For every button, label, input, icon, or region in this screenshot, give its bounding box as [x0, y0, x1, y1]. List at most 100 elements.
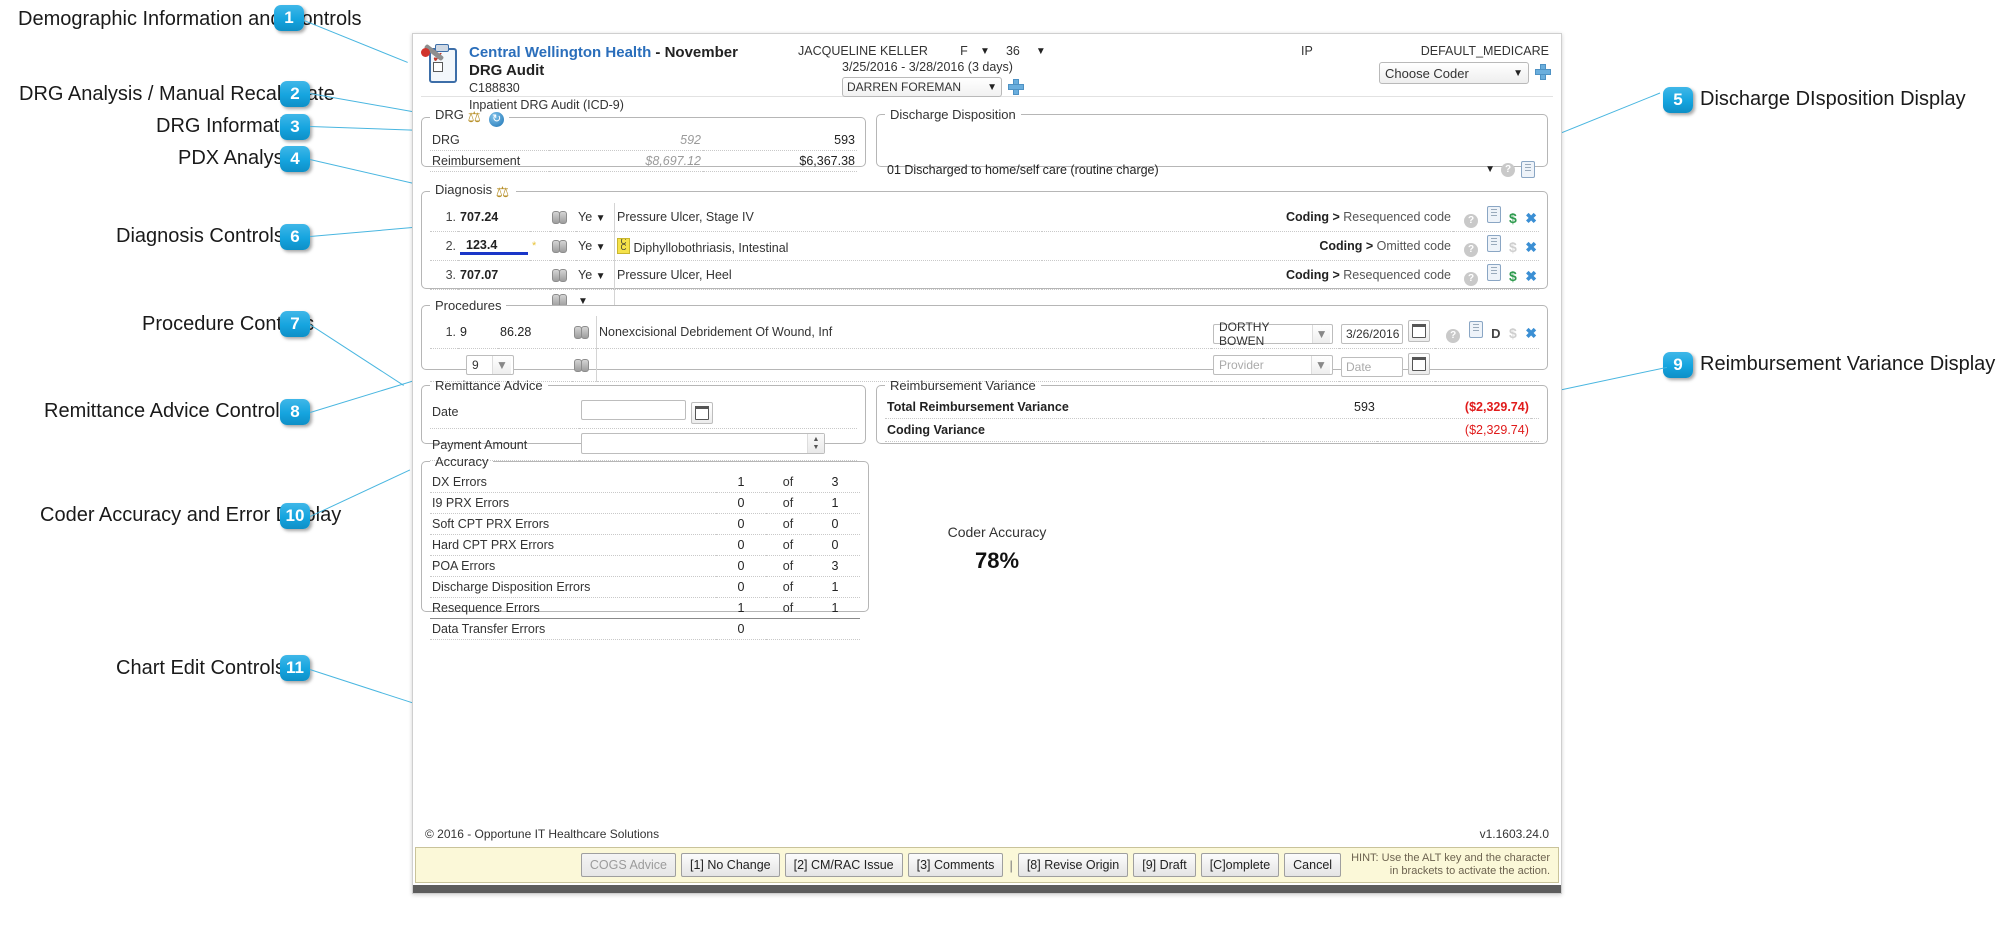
payment-amount-input[interactable] — [582, 434, 807, 453]
remittance-table: Date Payment Amount ▲ ▼ — [430, 396, 857, 461]
header: ✓ Central Wellington Health - November D… — [413, 34, 1561, 112]
delete-icon[interactable]: ✖ — [1525, 240, 1537, 254]
chevron-down-icon: ▼ — [595, 242, 606, 253]
drg-legend: DRG ↻ — [430, 107, 509, 127]
px-date-calendar-icon[interactable] — [1408, 320, 1431, 342]
add-coder-button[interactable] — [1008, 78, 1024, 95]
dollar-icon[interactable]: $ — [1509, 326, 1517, 340]
note-icon[interactable] — [1486, 206, 1501, 223]
cm-rac-issue-button[interactable]: [2] CM/RAC Issue — [784, 853, 903, 877]
age-chevron-down-icon[interactable]: ▼ — [1036, 46, 1046, 57]
dx-poa-select[interactable]: Ye ▼ — [576, 203, 615, 232]
table-row: Total Reimbursement Variance 593 ($2,329… — [885, 396, 1539, 419]
stepper-buttons[interactable]: ▲ ▼ — [807, 434, 824, 453]
drg-original-value: 592 — [549, 130, 703, 151]
chevron-down-icon: ▼ — [595, 213, 606, 224]
px-version: 9 — [458, 316, 498, 349]
note-icon[interactable] — [1521, 161, 1535, 178]
chevron-down-icon: ▼ — [1312, 325, 1330, 343]
dx-lookup-binoculars-icon[interactable] — [552, 269, 567, 282]
table-row: 1. 9 86.28 Nonexcisional Debridement Of … — [430, 316, 1539, 349]
cogs-advice-button[interactable]: COGS Advice — [580, 853, 676, 877]
manual-recalculate-icon[interactable]: ↻ — [489, 112, 505, 127]
accuracy-row-count: 0 — [716, 492, 766, 514]
drg-analysis-scale-icon[interactable] — [468, 110, 483, 125]
dx-poa-select[interactable]: Ye ▼ — [576, 260, 615, 290]
note-icon[interactable] — [1468, 321, 1483, 338]
diagnosis-table: 1. 707.24 Ye ▼ Pressure Ulcer, Stage IV … — [430, 203, 1539, 311]
pdx-analysis-scale-icon[interactable] — [496, 185, 511, 200]
help-icon[interactable]: ? — [1501, 162, 1515, 177]
px-lookup-binoculars-icon[interactable] — [574, 326, 589, 339]
annotation-leader-6 — [310, 226, 420, 237]
px-new-provider-select[interactable]: Provider ▼ — [1213, 355, 1333, 375]
annotation-badge-11: 11 — [280, 655, 310, 681]
dx-code-input[interactable]: 123.4 — [460, 238, 528, 255]
delete-icon[interactable]: ✖ — [1525, 326, 1537, 340]
note-icon[interactable] — [1486, 235, 1501, 252]
revise-origin-button[interactable]: [8] Revise Origin — [1017, 853, 1129, 877]
note-icon[interactable] — [1486, 264, 1501, 281]
help-icon[interactable]: ? — [1464, 272, 1479, 286]
dx-lookup-binoculars-icon[interactable] — [552, 240, 567, 253]
px-new-date-input[interactable]: Date — [1341, 357, 1403, 377]
dx-code[interactable]: 707.24 — [458, 203, 530, 232]
facility-link[interactable]: Central Wellington Health — [469, 44, 651, 61]
delete-icon[interactable]: ✖ — [1525, 269, 1537, 283]
remittance-date-input[interactable] — [581, 400, 686, 420]
dx-lookup-binoculars-icon[interactable] — [552, 211, 567, 224]
coder-accuracy-value: 78% — [974, 548, 1020, 573]
payment-amount-stepper[interactable]: ▲ ▼ — [581, 433, 825, 454]
comments-button[interactable]: [3] Comments — [907, 853, 1004, 877]
help-icon[interactable]: ? — [1464, 214, 1479, 228]
clipboard-pen-icon: ✓ — [421, 43, 461, 84]
drg-table: DRG 592 593 Reimbursement $8,697.12 $6,3… — [430, 130, 857, 172]
coder-select-value: DARREN FOREMAN — [847, 80, 962, 94]
drg-row-label: DRG — [430, 130, 549, 151]
accuracy-row-total: 1 — [810, 597, 860, 619]
dx-star-icon — [530, 203, 550, 232]
draft-button[interactable]: [9] Draft — [1133, 853, 1196, 877]
add-choose-coder-button[interactable] — [1535, 64, 1551, 80]
px-code[interactable]: 86.28 — [498, 316, 572, 349]
annotation-badge-10: 10 — [280, 503, 310, 529]
no-change-button[interactable]: [1] No Change — [680, 853, 780, 877]
px-new-date-calendar-icon[interactable] — [1408, 353, 1431, 375]
px-provider-select[interactable]: DORTHY BOWEN ▼ — [1213, 320, 1333, 348]
accuracy-row-total: 3 — [810, 555, 860, 577]
annotation-label-5: Discharge DIsposition Display — [1700, 88, 1966, 110]
table-row: 1. 707.24 Ye ▼ Pressure Ulcer, Stage IV … — [430, 203, 1539, 232]
px-date-input[interactable]: 3/26/2016 — [1341, 324, 1403, 344]
dx-description: CC Diphyllobothriasis, Intestinal — [614, 231, 1043, 261]
discharge-disposition-select[interactable]: 01 Discharged to home/self care (routine… — [887, 161, 1535, 178]
px-d-flag-icon[interactable]: D — [1491, 327, 1500, 341]
sex-chevron-down-icon[interactable]: ▼ — [980, 46, 990, 57]
accuracy-row-count: 1 — [716, 472, 766, 493]
drg-legend-text: DRG — [435, 107, 464, 122]
dx-note-text: Omitted code — [1376, 239, 1451, 253]
dx-code[interactable]: 707.07 — [458, 260, 530, 290]
chevron-down-icon: ▼ — [1311, 356, 1330, 374]
dollar-icon[interactable]: $ — [1509, 211, 1517, 225]
coder-select[interactable]: DARREN FOREMAN ▼ — [842, 77, 1002, 97]
accuracy-of-label: of — [766, 492, 810, 514]
accuracy-row-total: 0 — [810, 513, 860, 535]
table-row: Data Transfer Errors 0 — [430, 618, 860, 640]
choose-coder-select[interactable]: Choose Coder ▼ — [1379, 62, 1529, 84]
accuracy-row-count: 0 — [716, 576, 766, 598]
delete-icon[interactable]: ✖ — [1525, 211, 1537, 225]
annotation-badge-4: 4 — [280, 146, 310, 172]
help-icon[interactable]: ? — [1446, 329, 1461, 343]
px-new-version-select[interactable]: 9 ▼ — [466, 355, 514, 375]
px-lookup-binoculars-icon[interactable] — [574, 359, 589, 372]
help-icon[interactable]: ? — [1464, 243, 1479, 257]
dollar-icon[interactable]: $ — [1509, 269, 1517, 283]
remittance-date-calendar-icon[interactable] — [691, 402, 714, 424]
complete-button[interactable]: [C]omplete — [1200, 853, 1280, 877]
px-new-version-value: 9 — [472, 358, 479, 372]
dx-poa-select[interactable]: Ye ▼ — [576, 231, 615, 261]
dollar-icon[interactable]: $ — [1509, 240, 1517, 254]
accuracy-legend: Accuracy — [435, 454, 489, 469]
procedures-section: Procedures 1. 9 86.28 Nonexcisional Debr… — [421, 298, 1548, 382]
cancel-button[interactable]: Cancel — [1284, 853, 1342, 877]
